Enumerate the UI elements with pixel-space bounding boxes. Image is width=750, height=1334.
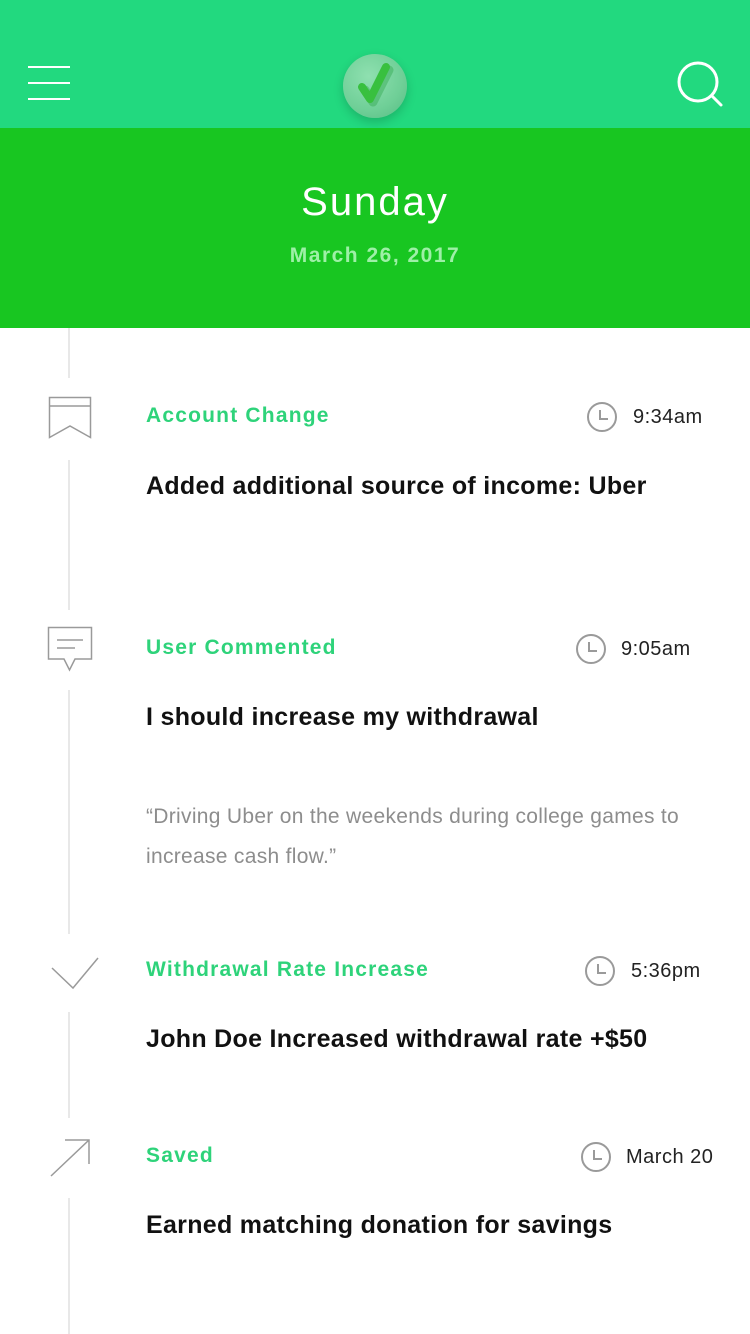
day-date: March 26, 2017 <box>289 244 461 267</box>
entry-type: User Commented <box>146 636 337 659</box>
entry-title: John Doe Increased withdrawal rate +$50 <box>146 1025 648 1053</box>
comment-icon <box>47 626 93 677</box>
clock-icon <box>575 633 607 665</box>
checkmark-logo-icon[interactable] <box>343 54 407 118</box>
timeline-line <box>68 328 70 378</box>
entry-time: 5:36pm <box>631 960 701 982</box>
entry-type: Account Change <box>146 404 330 427</box>
timeline-line <box>68 460 70 610</box>
arrow-up-right-icon <box>49 1138 91 1183</box>
entry-comment-quote: “Driving Uber on the weekends during col… <box>146 805 680 868</box>
clock-icon <box>584 955 616 987</box>
timeline-line <box>68 1198 70 1334</box>
timeline-line <box>68 690 70 934</box>
entry-title: Earned matching donation for savings <box>146 1211 613 1239</box>
check-icon <box>50 954 100 995</box>
entry-time: 9:05am <box>621 638 691 660</box>
clock-icon <box>586 401 618 433</box>
hamburger-menu-icon[interactable] <box>28 64 72 102</box>
entry-type: Saved <box>146 1144 214 1167</box>
entry-title: Added additional source of income: Uber <box>146 472 647 500</box>
entry-type: Withdrawal Rate Increase <box>146 958 430 981</box>
search-icon[interactable] <box>676 60 724 108</box>
bookmark-icon <box>48 396 92 445</box>
entry-title: I should increase my withdrawal <box>146 703 539 731</box>
timeline-line <box>68 1012 70 1118</box>
day-banner: Sunday March 26, 2017 <box>0 128 750 328</box>
entry-time: 9:34am <box>633 406 703 428</box>
day-title: Sunday <box>301 180 449 224</box>
top-nav-bar <box>0 0 750 128</box>
clock-icon <box>580 1141 612 1173</box>
entry-time: March 20 <box>626 1146 714 1168</box>
